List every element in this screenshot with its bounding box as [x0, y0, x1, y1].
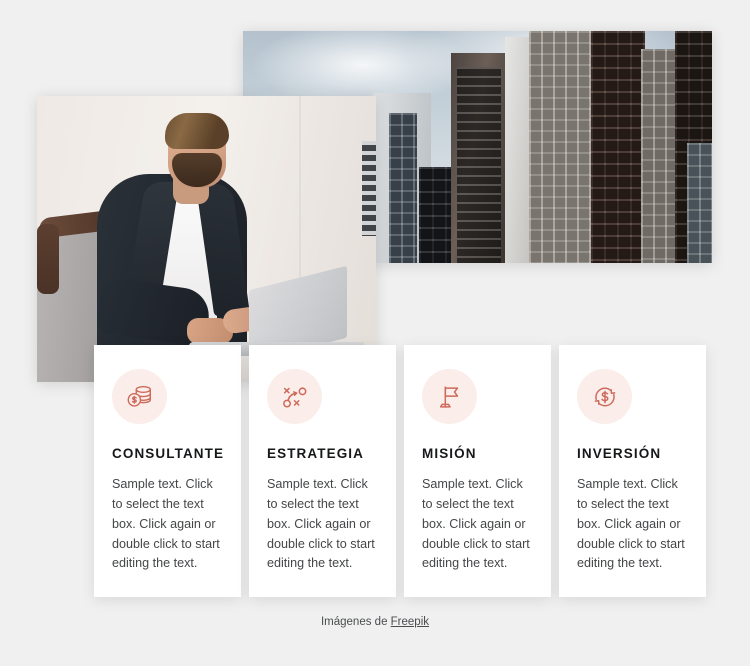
window-blinds	[362, 141, 376, 236]
card-body-text: Sample text. Click to select the text bo…	[577, 476, 685, 571]
building-glass-foreground-right	[687, 143, 712, 263]
feature-card-mision[interactable]: MISIÓN Sample text. Click to select the …	[404, 345, 551, 597]
card-title: MISIÓN	[422, 446, 477, 461]
chair-armrest-post	[37, 224, 59, 294]
freepik-link[interactable]: Freepik	[391, 616, 429, 628]
building-curved-tower-balconies	[457, 67, 501, 263]
building-grey-grid-tall	[529, 31, 595, 263]
credit-prefix: Imágenes de	[320, 616, 391, 628]
building-white-slab-windows	[389, 113, 417, 263]
image-credit: Imágenes de Freepik	[0, 616, 750, 628]
feature-card-consultante[interactable]: CONSULTANTE Sample text. Click to select…	[94, 345, 241, 597]
coins-stack-dollar-icon	[112, 369, 167, 424]
feature-cards-row: CONSULTANTE Sample text. Click to select…	[94, 345, 706, 597]
building-brown-tall	[591, 31, 645, 263]
card-title: CONSULTANTE	[112, 446, 225, 461]
card-title: ESTRATEGIA	[267, 446, 365, 461]
building-light-concrete-tall	[505, 37, 531, 263]
businessman-laptop-image	[37, 96, 376, 382]
card-title: INVERSIÓN	[577, 446, 662, 461]
flag-icon	[422, 369, 477, 424]
person-hair	[165, 113, 229, 149]
card-body-text: Sample text. Click to select the text bo…	[112, 476, 220, 571]
card-body-text: Sample text. Click to select the text bo…	[422, 476, 530, 571]
page-stage: CONSULTANTE Sample text. Click to select…	[0, 0, 750, 666]
card-body-text: Sample text. Click to select the text bo…	[267, 476, 375, 571]
currency-exchange-dollar-icon	[577, 369, 632, 424]
strategy-tactics-icon	[267, 369, 322, 424]
feature-card-inversion[interactable]: INVERSIÓN Sample text. Click to select t…	[559, 345, 706, 597]
feature-card-estrategia[interactable]: ESTRATEGIA Sample text. Click to select …	[249, 345, 396, 597]
